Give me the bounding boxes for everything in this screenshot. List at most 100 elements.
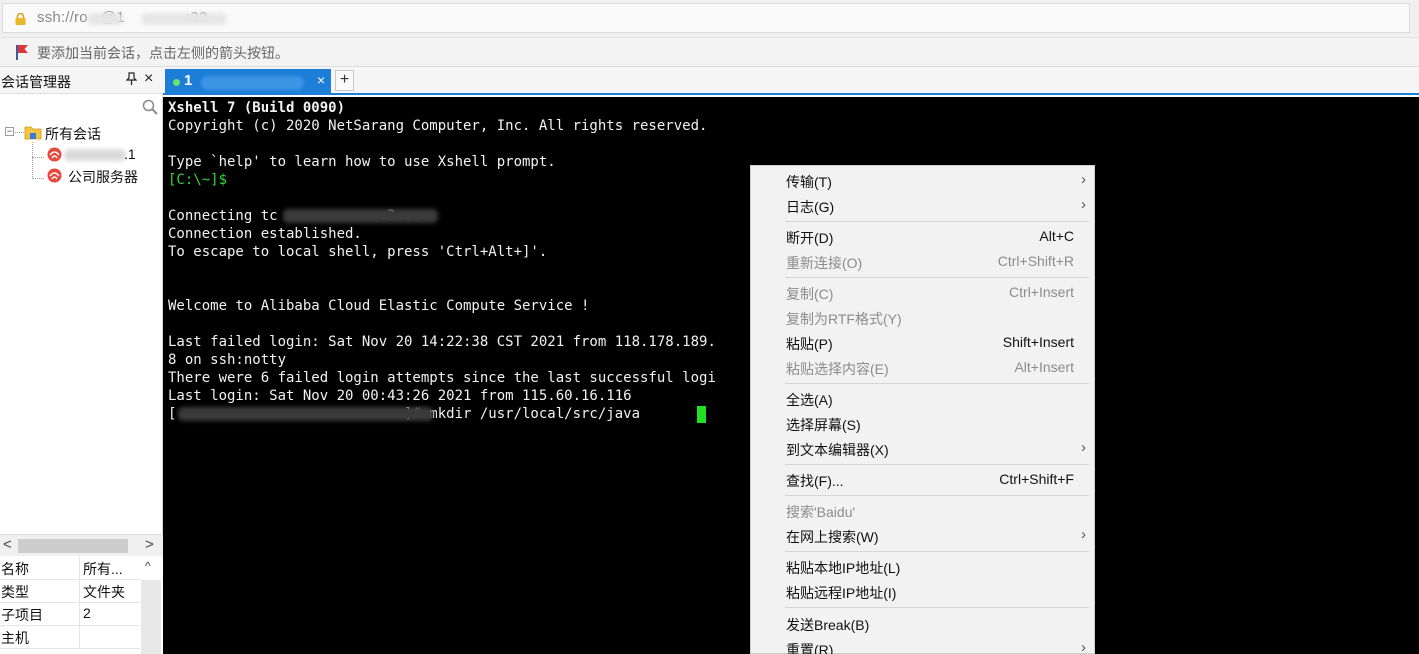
menu-item-label: 查找(F)... — [786, 473, 844, 489]
folder-icon — [24, 126, 42, 140]
menu-item-label: 粘贴选择内容(E) — [786, 361, 889, 377]
session-manager-panel: 会话管理器 × − 所有会话 .1 公司服务器 < > 名称 所有... 类型 … — [0, 67, 163, 654]
submenu-arrow-icon: › — [1081, 439, 1086, 456]
hint-bar: 要添加当前会话，点击左侧的箭头按钮。 — [0, 38, 1419, 67]
scroll-thumb[interactable] — [18, 539, 128, 553]
panel-close-icon[interactable]: × — [144, 70, 153, 88]
menu-item-shortcut: Alt+Insert — [1014, 359, 1074, 375]
vertical-scrollbar[interactable] — [141, 580, 161, 654]
tree-line — [15, 132, 24, 133]
terminal-line: Xshell 7 (Build 0090) — [168, 100, 346, 116]
property-key: 主机 — [1, 630, 29, 646]
menu-separator — [785, 277, 1089, 278]
property-row: 子项目 2 — [0, 603, 140, 626]
menu-item-find[interactable]: 查找(F)... Ctrl+Shift+F — [751, 468, 1094, 493]
menu-item-to-text-editor[interactable]: 到文本编辑器(X) › — [751, 437, 1094, 462]
session-tab-bar: 1 × + — [163, 67, 1419, 95]
menu-item-label: 断开(D) — [786, 230, 834, 246]
scroll-up-icon[interactable]: ^ — [145, 559, 151, 573]
menu-separator — [785, 221, 1089, 222]
redacted-region — [178, 407, 433, 421]
menu-item-label: 复制为RTF格式(Y) — [786, 311, 902, 327]
menu-item-label: 传输(T) — [786, 174, 832, 190]
terminal-prompt: [C:\~]$ — [168, 172, 228, 188]
menu-item-reconnect[interactable]: 重新连接(O) Ctrl+Shift+R — [751, 250, 1094, 275]
divider — [79, 626, 80, 649]
address-field[interactable]: ssh://ro @1 :22 — [2, 3, 1410, 33]
property-key: 类型 — [1, 584, 29, 600]
add-tab-button[interactable]: + — [335, 70, 354, 91]
menu-separator — [785, 383, 1089, 384]
session-icon — [47, 147, 62, 162]
menu-item-send-break[interactable]: 发送Break(B) — [751, 612, 1094, 637]
submenu-arrow-icon: › — [1081, 196, 1086, 213]
terminal-cursor — [697, 406, 706, 423]
menu-separator — [785, 607, 1089, 608]
divider — [79, 557, 80, 580]
divider — [79, 580, 80, 603]
menu-item-log[interactable]: 日志(G) › — [751, 194, 1094, 219]
menu-item-paste-local-ip[interactable]: 粘贴本地IP地址(L) — [751, 555, 1094, 580]
property-value: 所有... — [83, 561, 123, 577]
menu-item-label: 重置(R) — [786, 642, 834, 654]
menu-item-paste[interactable]: 粘贴(P) Shift+Insert — [751, 331, 1094, 356]
session-icon — [47, 168, 62, 183]
menu-item-label: 复制(C) — [786, 286, 834, 302]
menu-item-paste-remote-ip[interactable]: 粘贴远程IP地址(I) — [751, 580, 1094, 605]
terminal-line: Last login: Sat Nov 20 00:43:26 2021 fro… — [168, 388, 632, 404]
property-row: 名称 所有... — [0, 557, 140, 580]
menu-item-label: 搜索'Baidu' — [786, 504, 856, 520]
menu-item-shortcut: Alt+C — [1039, 228, 1074, 244]
property-key: 子项目 — [1, 607, 43, 623]
session-label: .1 — [124, 146, 136, 162]
submenu-arrow-icon: › — [1081, 526, 1086, 543]
menu-item-copy[interactable]: 复制(C) Ctrl+Insert — [751, 281, 1094, 306]
menu-item-search-baidu[interactable]: 搜索'Baidu' — [751, 499, 1094, 524]
menu-item-select-all[interactable]: 全选(A) — [751, 387, 1094, 412]
menu-item-web-search[interactable]: 在网上搜索(W) › — [751, 524, 1094, 549]
tab-session-1[interactable]: 1 × — [165, 69, 331, 95]
terminal-line: To escape to local shell, press 'Ctrl+Al… — [168, 244, 548, 260]
menu-item-transfer[interactable]: 传输(T) › — [751, 169, 1094, 194]
menu-item-disconnect[interactable]: 断开(D) Alt+C — [751, 225, 1094, 250]
redacted-region — [64, 149, 126, 161]
menu-item-shortcut: Ctrl+Shift+F — [999, 471, 1074, 487]
property-row: 类型 文件夹 — [0, 580, 140, 603]
menu-item-shortcut: Ctrl+Shift+R — [997, 253, 1074, 269]
menu-item-label: 在网上搜索(W) — [786, 529, 879, 545]
terminal-line: Welcome to Alibaba Cloud Elastic Compute… — [168, 298, 590, 314]
pin-icon[interactable] — [125, 72, 138, 89]
menu-item-copy-rtf[interactable]: 复制为RTF格式(Y) — [751, 306, 1094, 331]
menu-item-label: 选择屏幕(S) — [786, 417, 861, 433]
tab-close-icon[interactable]: × — [317, 72, 325, 88]
search-icon[interactable] — [142, 99, 158, 115]
collapse-icon[interactable]: − — [5, 127, 14, 136]
scroll-right-icon[interactable]: > — [145, 536, 154, 553]
tab-number: 1 — [184, 72, 193, 89]
menu-item-shortcut: Ctrl+Insert — [1009, 284, 1074, 300]
menu-item-label: 日志(G) — [786, 199, 835, 215]
horizontal-scrollbar[interactable]: < > — [0, 534, 163, 556]
menu-item-shortcut: Shift+Insert — [1002, 334, 1074, 350]
tree-line — [32, 178, 44, 179]
redacted-region — [141, 13, 227, 25]
tree-line — [32, 157, 44, 158]
hint-text: 要添加当前会话，点击左侧的箭头按钮。 — [37, 45, 289, 61]
menu-item-reset[interactable]: 重置(R) › — [751, 637, 1094, 654]
tree-root-all-sessions[interactable]: 所有会话 — [45, 124, 101, 144]
menu-item-select-screen[interactable]: 选择屏幕(S) — [751, 412, 1094, 437]
add-session-flag-icon[interactable] — [15, 44, 29, 60]
session-manager-title: 会话管理器 — [1, 74, 71, 90]
redacted-region — [201, 76, 304, 90]
terminal-line: 8 on ssh:notty — [168, 352, 287, 368]
terminal-line: Type `help' to learn how to use Xshell p… — [168, 154, 556, 170]
property-value: 文件夹 — [83, 584, 125, 600]
menu-item-label: 粘贴远程IP地址(I) — [786, 585, 897, 601]
redacted-region — [283, 209, 438, 223]
scroll-left-icon[interactable]: < — [3, 536, 12, 553]
menu-item-label: 发送Break(B) — [786, 617, 870, 633]
divider — [79, 603, 80, 626]
menu-item-label: 重新连接(O) — [786, 255, 863, 271]
menu-item-paste-selection[interactable]: 粘贴选择内容(E) Alt+Insert — [751, 356, 1094, 381]
menu-item-label: 到文本编辑器(X) — [786, 442, 889, 458]
